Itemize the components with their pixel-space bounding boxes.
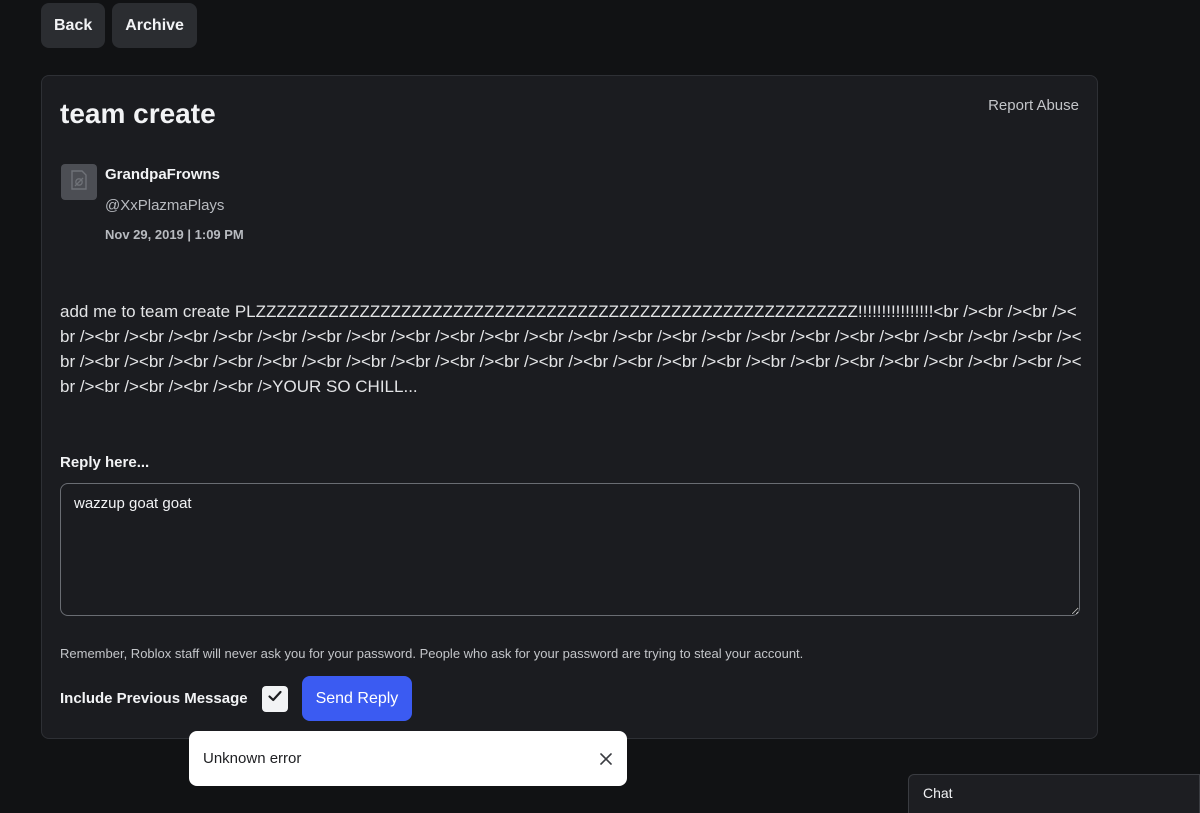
report-abuse-link[interactable]: Report Abuse — [988, 97, 1079, 114]
include-previous-checkbox[interactable] — [261, 685, 288, 712]
image-placeholder-icon — [70, 169, 88, 195]
password-warning: Remember, Roblox staff will never ask yo… — [60, 646, 804, 661]
message-body: add me to team create PLZZZZZZZZZZZZZZZZ… — [60, 302, 1082, 396]
chat-label: Chat — [923, 785, 953, 801]
toast-message: Unknown error — [203, 750, 302, 767]
author-username: @XxPlazmaPlays — [105, 197, 225, 214]
checkmark-icon — [267, 688, 283, 709]
avatar[interactable] — [61, 164, 97, 200]
top-toolbar: Back Archive — [41, 3, 197, 48]
error-toast: Unknown error — [189, 731, 627, 786]
reply-actions: Include Previous Message Send Reply — [60, 676, 413, 721]
include-previous-label: Include Previous Message — [60, 690, 248, 707]
reply-input[interactable] — [60, 483, 1080, 616]
message-timestamp: Nov 29, 2019 | 1:09 PM — [105, 227, 244, 242]
chat-bar[interactable]: Chat — [908, 774, 1200, 813]
send-reply-button[interactable]: Send Reply — [301, 676, 413, 721]
message-card: team create Report Abuse GrandpaFrowns @… — [41, 75, 1098, 739]
reply-label: Reply here... — [60, 454, 150, 471]
archive-button[interactable]: Archive — [112, 3, 197, 48]
author-display-name[interactable]: GrandpaFrowns — [105, 166, 244, 183]
back-button[interactable]: Back — [41, 3, 106, 48]
author-info: GrandpaFrowns @XxPlazmaPlays Nov 29, 201… — [105, 166, 244, 242]
close-icon[interactable] — [599, 752, 613, 766]
message-title: team create — [60, 98, 216, 129]
